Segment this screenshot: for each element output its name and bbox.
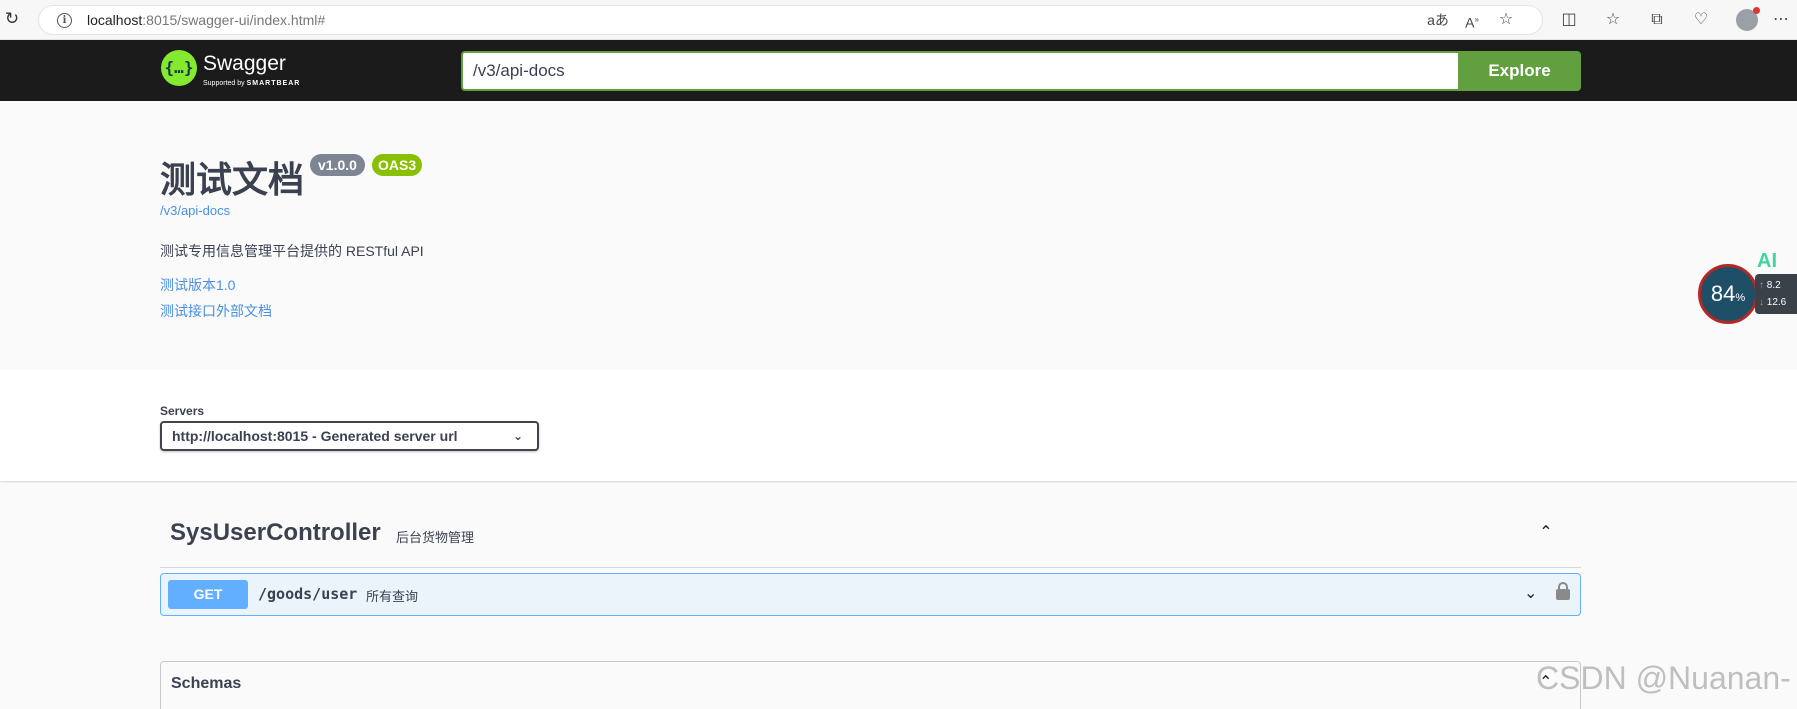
operation-summary: 所有查询	[366, 589, 419, 604]
servers-selected-value: http://localhost:8015 - Generated server…	[172, 428, 458, 444]
watermark: CSDN @Nuanan-	[1536, 660, 1791, 696]
servers-label: Servers	[160, 404, 205, 418]
api-docs-link[interactable]: /v3/api-docs	[160, 203, 230, 218]
http-method-badge: GET	[168, 580, 248, 609]
swagger-logo-icon: {…}	[161, 50, 197, 86]
schemas-title[interactable]: Schemas	[171, 675, 241, 693]
servers-select[interactable]: http://localhost:8015 - Generated server…	[160, 421, 539, 451]
tag-title[interactable]: SysUserController	[170, 519, 381, 547]
favorite-star-icon[interactable]: ☆	[1495, 9, 1517, 31]
upload-speed: 8.2	[1766, 280, 1781, 291]
read-aloud-icon[interactable]: aあ	[1427, 9, 1449, 31]
page-title: 测试文档	[160, 159, 305, 200]
address-bar[interactable]: i localhost:8015/swagger-ui/index.html# …	[38, 5, 1543, 35]
download-speed: 12.6	[1766, 297, 1787, 308]
url-path: :8015/swagger-ui/index.html#	[142, 12, 326, 28]
spec-url-input[interactable]: /v3/api-docs	[461, 51, 1458, 91]
ai-widget-label[interactable]: AI	[1757, 250, 1777, 273]
reload-icon[interactable]: ↻	[2, 9, 22, 29]
cpu-gauge[interactable]: 84%	[1698, 264, 1758, 324]
chevron-down-icon[interactable]: ⌄	[1524, 583, 1537, 603]
browser-toolbar: ↻ i localhost:8015/swagger-ui/index.html…	[0, 0, 1797, 40]
gauge-percent: 84	[1710, 281, 1736, 306]
split-screen-icon[interactable]: ◫	[1558, 9, 1580, 31]
upload-arrow-icon: ↑	[1759, 280, 1764, 291]
schemas-section: Schemas ⌃	[160, 661, 1581, 709]
favorites-icon[interactable]: ☆	[1602, 9, 1624, 31]
version-badge: v1.0.0	[310, 154, 365, 176]
servers-section: Servers http://localhost:8015 - Generate…	[0, 370, 1797, 481]
gauge-percent-unit: %	[1735, 292, 1746, 304]
external-docs-link[interactable]: 测试接口外部文档	[160, 301, 272, 321]
swagger-logo[interactable]: {…} Swagger Supported by SMARTBEAR	[161, 50, 321, 92]
logo-sub-prefix: Supported by	[203, 80, 245, 87]
api-info-section: 测试文档 v1.0.0 OAS3 /v3/api-docs 测试专用信息管理平台…	[0, 101, 1797, 370]
logo-sub-brand: SMARTBEAR	[246, 80, 301, 87]
oas-badge: OAS3	[372, 154, 423, 176]
tag-description: 后台货物管理	[396, 530, 475, 545]
address-bar-url[interactable]: localhost:8015/swagger-ui/index.html#	[87, 12, 325, 28]
chevron-up-icon[interactable]: ⌃	[1534, 521, 1558, 545]
chevron-down-icon: ⌄	[512, 429, 523, 443]
swagger-topbar: {…} Swagger Supported by SMARTBEAR /v3/a…	[0, 40, 1797, 101]
browser-essentials-icon[interactable]: ♡	[1690, 9, 1712, 31]
url-host: localhost	[87, 12, 143, 28]
network-speed-panel: ↑ 8.2 ↓ 12.6	[1755, 274, 1797, 314]
api-description: 测试专用信息管理平台提供的 RESTful API	[160, 243, 424, 259]
operation-path: /goods/user	[258, 585, 358, 603]
download-arrow-icon: ↓	[1759, 297, 1764, 308]
more-menu-icon[interactable]: ⋯	[1770, 9, 1792, 31]
reader-view-icon[interactable]: A»	[1461, 9, 1483, 31]
collections-icon[interactable]: ⧉	[1646, 9, 1668, 31]
terms-link[interactable]: 测试版本1.0	[160, 275, 235, 295]
logo-subtitle: Supported by SMARTBEAR	[203, 80, 300, 87]
site-info-icon[interactable]: i	[57, 13, 72, 28]
lock-icon[interactable]	[1556, 582, 1570, 600]
logo-name: Swagger	[203, 52, 286, 75]
explore-button[interactable]: Explore	[1458, 51, 1581, 91]
operation-get-goods-user[interactable]: GET /goods/user 所有查询 ⌄	[160, 573, 1581, 616]
profile-avatar[interactable]	[1736, 7, 1760, 31]
tag-divider	[160, 567, 1581, 568]
